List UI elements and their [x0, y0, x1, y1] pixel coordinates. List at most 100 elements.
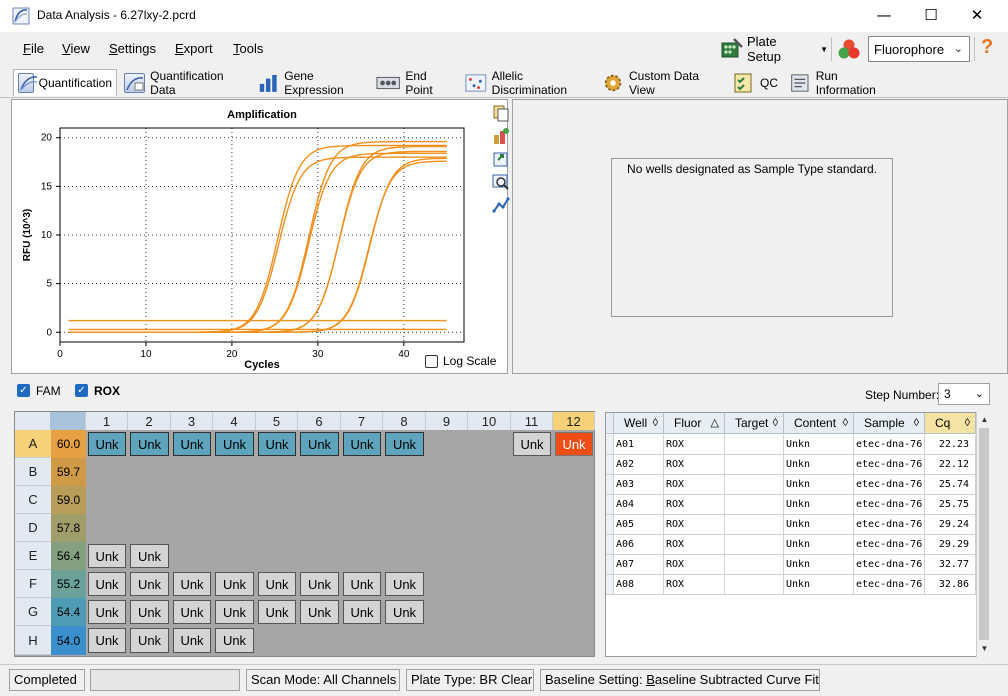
column-header[interactable]: 7 — [341, 412, 383, 430]
row-selector[interactable] — [606, 535, 614, 555]
sort-icon[interactable]: ◊ — [965, 413, 970, 434]
table-cell[interactable]: 29.24 — [925, 515, 976, 535]
table-cell[interactable]: 22.23 — [925, 435, 976, 455]
column-header[interactable]: 9 — [426, 412, 468, 430]
row-header[interactable]: D — [15, 514, 51, 542]
table-cell[interactable]: A08 — [614, 575, 664, 595]
well-F3[interactable]: Unk — [173, 572, 211, 596]
table-cell[interactable]: Unkn — [784, 555, 854, 575]
table-cell[interactable]: etec-dna-76! — [854, 475, 925, 495]
table-cell[interactable]: 25.74 — [925, 475, 976, 495]
table-cell[interactable]: Unkn — [784, 475, 854, 495]
fluorophore-color-icon[interactable] — [837, 38, 861, 62]
table-cell[interactable]: etec-dna-76! — [854, 575, 925, 595]
well-F2[interactable]: Unk — [130, 572, 169, 596]
table-cell[interactable]: Unkn — [784, 515, 854, 535]
table-cell[interactable]: ROX — [664, 555, 725, 575]
table-cell[interactable]: A02 — [614, 455, 664, 475]
table-cell[interactable]: A03 — [614, 475, 664, 495]
scroll-down-icon[interactable]: ▼ — [979, 643, 990, 655]
table-cell[interactable]: etec-dna-76! — [854, 535, 925, 555]
table-cell[interactable] — [725, 435, 784, 455]
close-button[interactable]: ✕ — [954, 0, 1000, 30]
well-E2[interactable]: Unk — [130, 544, 169, 568]
table-cell[interactable]: ROX — [664, 435, 725, 455]
zoom-icon[interactable] — [492, 173, 510, 191]
row-header[interactable]: E — [15, 542, 51, 570]
sort-icon[interactable]: ◊ — [773, 413, 778, 434]
table-cell[interactable]: A05 — [614, 515, 664, 535]
well-H2[interactable]: Unk — [130, 628, 169, 653]
well-A4[interactable]: Unk — [215, 432, 254, 456]
table-cell[interactable] — [725, 495, 784, 515]
well-A3[interactable]: Unk — [173, 432, 211, 456]
table-cell[interactable]: ROX — [664, 535, 725, 555]
tab-quantification-data[interactable]: Quantification Data — [120, 69, 252, 97]
row-selector[interactable] — [606, 435, 614, 455]
menu-settings[interactable]: Settings — [109, 41, 156, 56]
table-cell[interactable]: Unkn — [784, 535, 854, 555]
column-header-fluor[interactable]: Fluor △ — [664, 413, 725, 434]
column-header[interactable]: 8 — [383, 412, 426, 430]
plate-corner[interactable] — [15, 412, 86, 430]
well-H4[interactable]: Unk — [215, 628, 254, 653]
plate-setup-button[interactable]: Plate Setup ▼ — [720, 34, 828, 64]
tab-quantification[interactable]: Quantification — [13, 69, 117, 96]
table-cell[interactable]: A04 — [614, 495, 664, 515]
table-cell[interactable] — [725, 535, 784, 555]
column-header[interactable]: 4 — [213, 412, 256, 430]
menu-view[interactable]: View — [62, 41, 90, 56]
sort-icon[interactable]: △ — [711, 413, 719, 434]
well-G5[interactable]: Unk — [258, 600, 296, 624]
scroll-up-icon[interactable]: ▲ — [979, 414, 990, 426]
well-A2[interactable]: Unk — [130, 432, 169, 456]
well-A11[interactable]: Unk — [513, 432, 551, 456]
well-A1[interactable]: Unk — [88, 432, 126, 456]
well-G1[interactable]: Unk — [88, 600, 126, 624]
copy-icon[interactable] — [492, 104, 510, 122]
row-header[interactable]: H — [15, 626, 51, 655]
well-A5[interactable]: Unk — [258, 432, 296, 456]
trace-styles-icon[interactable] — [492, 196, 510, 214]
sort-icon[interactable]: ◊ — [843, 413, 848, 434]
well-F4[interactable]: Unk — [215, 572, 254, 596]
tab-end-point[interactable]: End Point — [372, 69, 458, 97]
step-number-select[interactable]: 3 ⌄ — [938, 383, 990, 405]
table-cell[interactable] — [725, 455, 784, 475]
column-header[interactable]: 3 — [171, 412, 213, 430]
well-A8[interactable]: Unk — [385, 432, 424, 456]
table-scrollbar[interactable]: ▲ ▼ — [976, 412, 991, 657]
table-cell[interactable]: 32.77 — [925, 555, 976, 575]
table-cell[interactable]: 29.29 — [925, 535, 976, 555]
row-selector[interactable] — [606, 475, 614, 495]
tab-gene-expression[interactable]: Gene Expression — [254, 69, 370, 97]
column-header-target[interactable]: Target ◊ — [725, 413, 784, 434]
row-header[interactable]: F — [15, 570, 51, 598]
row-selector[interactable] — [606, 515, 614, 535]
well-E1[interactable]: Unk — [88, 544, 126, 568]
well-A12[interactable]: Unk — [555, 432, 593, 456]
menu-file[interactable]: File — [23, 41, 44, 56]
minimize-button[interactable]: — — [861, 0, 907, 30]
column-header[interactable]: 6 — [298, 412, 341, 430]
column-header-well[interactable]: Well ◊ — [614, 413, 664, 434]
tab-qc[interactable]: QC — [727, 69, 782, 96]
table-cell[interactable] — [725, 575, 784, 595]
table-cell[interactable]: 22.12 — [925, 455, 976, 475]
table-cell[interactable]: Unkn — [784, 435, 854, 455]
well-H3[interactable]: Unk — [173, 628, 211, 653]
help-icon[interactable]: ? — [981, 36, 993, 59]
table-cell[interactable]: A07 — [614, 555, 664, 575]
column-header[interactable]: 1 — [86, 412, 128, 430]
well-G7[interactable]: Unk — [343, 600, 381, 624]
table-cell[interactable]: etec-dna-76! — [854, 495, 925, 515]
table-cell[interactable]: etec-dna-76! — [854, 435, 925, 455]
fluorophore-select[interactable]: Fluorophore ⌄ — [868, 36, 970, 62]
well-G8[interactable]: Unk — [385, 600, 424, 624]
maximize-button[interactable]: ☐ — [908, 0, 954, 30]
tab-allelic-discrimination[interactable]: Allelic Discrimination — [461, 69, 595, 97]
well-G2[interactable]: Unk — [130, 600, 169, 624]
column-header[interactable]: 10 — [468, 412, 511, 430]
table-cell[interactable]: 25.75 — [925, 495, 976, 515]
row-selector[interactable] — [606, 455, 614, 475]
